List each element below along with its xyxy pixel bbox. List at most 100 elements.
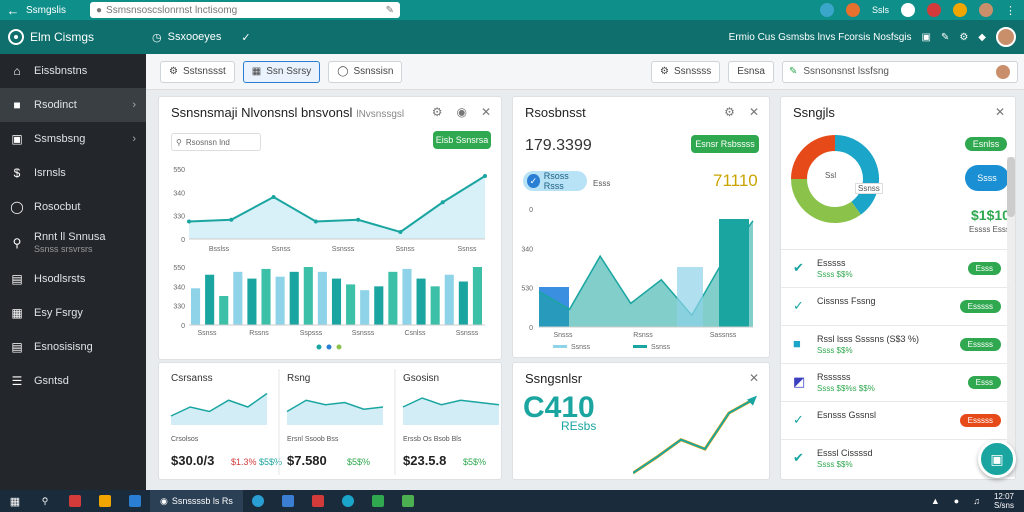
scrollbar[interactable] [1007, 157, 1015, 477]
x-tick-label: Ssnsss [352, 330, 375, 337]
app-logo[interactable]: Elm Cismgs [0, 29, 146, 45]
sidebar-item-summary[interactable]: ▣ Ssmsbsng › [0, 122, 146, 156]
x-tick-label: Ssnss [457, 246, 477, 253]
sidebar-item-label: Rsodinct [34, 99, 77, 111]
notification-icon[interactable]: ◆ [978, 32, 986, 43]
toolbar-button[interactable]: ◯ Ssnssisn [328, 60, 403, 83]
app-icon [341, 495, 354, 507]
back-arrow-icon[interactable]: ← [0, 3, 26, 18]
status-row[interactable]: ✓ Cissnss Fssng Esssss [781, 287, 1017, 325]
taskbar-app[interactable] [60, 490, 90, 512]
refresh-icon[interactable]: ◉ [456, 105, 466, 119]
bar [719, 219, 749, 327]
menu-icon[interactable]: ⋮ [1005, 4, 1016, 17]
sidebar-item-product[interactable]: ■ Rsodinct › [0, 88, 146, 122]
clock[interactable]: 12:07 S/sns [994, 492, 1014, 510]
toolbar-button[interactable]: Esnsa [728, 60, 774, 83]
share-icon[interactable]: ✎ [386, 5, 394, 16]
layout-icon[interactable]: ▣ [921, 32, 930, 43]
toolbar-button[interactable]: ⚙ Ssnssss [651, 60, 721, 83]
app-icon [401, 495, 414, 507]
mini-card-delta: $5$% [463, 457, 486, 467]
performance-button[interactable]: Esnsr Rsbssss [691, 135, 759, 153]
taskbar-active-window[interactable]: ◉ Ssnssssb ls Rs [150, 490, 243, 512]
calendar-icon: ▦ [11, 306, 23, 320]
status-row[interactable]: ■ Rssl lsss Ssssns (S$3 %) Ssss $$% Esssss [781, 325, 1017, 363]
profile-avatar[interactable] [979, 3, 993, 17]
card-title-text: Ssnsnsmaji Nlvonsnsl bnsvonsl [171, 105, 353, 120]
toolbar-search[interactable]: ✎ Ssnsonsnst lssfsng [782, 60, 1018, 83]
extension-icon[interactable] [953, 3, 967, 17]
taskbar-app[interactable] [303, 490, 333, 512]
card-action-button[interactable]: Eisb Ssnsrsa [433, 131, 491, 149]
toolbar-button-selected[interactable]: ▦ Ssn Ssrsy [242, 60, 321, 83]
header-links[interactable]: Ermio Cus Gsmsbs lnvs Fcorsis Nosfsgis [729, 32, 912, 43]
url-bar[interactable]: ● Ssmsnsoscslonrnst lnctisomg ✎ [90, 2, 400, 18]
side-value: 71110 [713, 171, 758, 190]
taskbar-app[interactable] [363, 490, 393, 512]
close-icon[interactable]: ✕ [481, 105, 491, 119]
sidebar-item-documents[interactable]: ▤ Esnosisisng [0, 330, 146, 364]
extension-icon[interactable] [819, 3, 834, 17]
extension-label[interactable]: Ssls [872, 5, 889, 15]
app-icon [69, 495, 81, 507]
volume-icon[interactable]: ♫ [973, 496, 980, 506]
sidebar: ⌂ Eissbnstns ■ Rsodinct › ▣ Ssmsbsng › $ Isrns… [0, 54, 146, 490]
url-text[interactable]: Ssmsnsoscslonrnst lnctisomg [102, 5, 386, 16]
x-tick-label: Ssnss [197, 330, 217, 337]
extension-icon[interactable] [901, 3, 915, 17]
status-row-pill[interactable]: Esssss [959, 300, 1001, 313]
taskbar-app[interactable] [243, 490, 273, 512]
mini-charts: Csrsanss Crsolsos $30.0/3 $1.3% $5$% Rsng Ersn… [170, 369, 500, 475]
settings-icon[interactable]: ⚙ [959, 32, 968, 43]
status-row[interactable]: ◩ Rssssss Ssss $$%s $$% Esss [781, 363, 1017, 401]
status-row-pill[interactable]: Esss [967, 376, 1001, 389]
taskbar-app[interactable] [333, 490, 363, 512]
sidebar-item-list[interactable]: ☰ Gsntsd [0, 364, 146, 398]
status-row[interactable]: ✓ Esnsss Gssnsl Esssss [781, 401, 1017, 439]
toolbar-button[interactable]: ⚙ Sstsnssst [160, 60, 235, 83]
extension-icon[interactable] [845, 3, 860, 17]
taskbar-app[interactable] [90, 490, 120, 512]
close-icon[interactable]: ✕ [995, 105, 1005, 119]
close-icon[interactable]: ✕ [749, 105, 759, 119]
sidebar-item-analytics[interactable]: ▤ Hsodlsrsts [0, 262, 146, 296]
edit-icon[interactable]: ✎ [941, 32, 949, 43]
status-row[interactable]: ✔ Esssss Ssss $$% Esss [781, 249, 1017, 287]
settings-icon[interactable]: ⚙ [724, 105, 735, 119]
sidebar-item-finance[interactable]: $ Isrnsls [0, 156, 146, 190]
status-row-pill[interactable]: Esss [967, 262, 1001, 275]
tab-title[interactable]: Ssmgslis [26, 5, 90, 16]
line-point [271, 195, 276, 199]
sidebar-item-search[interactable]: ⚲ Rnnt ll Snnusa Ssnss srsvrsrs [0, 224, 146, 262]
extension-icon[interactable] [927, 3, 941, 17]
taskbar-app[interactable] [273, 490, 303, 512]
sidebar-item-calendar[interactable]: ▦ Esy Fsrgy [0, 296, 146, 330]
taskbar-app[interactable] [393, 490, 423, 512]
sidebar-item-reports[interactable]: ◯ Rosocbut [0, 190, 146, 224]
y-tick-label: 530 [521, 286, 533, 293]
mini-card-title: Csrsanss [171, 373, 213, 384]
header-right: Ermio Cus Gsmsbs lnvs Fcorsis Nosfsgis ▣… [729, 27, 1024, 47]
status-row-pill[interactable]: Esssss [959, 414, 1001, 427]
taskbar-app[interactable] [120, 490, 150, 512]
scrollbar-thumb[interactable] [1007, 157, 1015, 217]
status-pill[interactable]: Esnlss [965, 137, 1007, 151]
sidebar-item-label: Ssmsbsng [34, 133, 86, 145]
network-icon[interactable]: ● [954, 496, 959, 506]
bar [303, 267, 313, 325]
user-avatar[interactable] [995, 63, 1011, 80]
chat-icon: ▣ [990, 450, 1004, 467]
status-pill[interactable]: Ssss [965, 165, 1009, 191]
performance-badge[interactable]: ✓ Rsoss Rsss [523, 171, 587, 191]
user-avatar[interactable] [996, 27, 1016, 47]
chat-fab-button[interactable]: ▣ [978, 440, 1016, 478]
up-arrow-icon[interactable]: ▲ [931, 496, 940, 506]
status-row-pill[interactable]: Esssss [959, 338, 1001, 351]
sidebar-item-home[interactable]: ⌂ Eissbnstns [0, 54, 146, 88]
filter-input[interactable]: ⚲ Rsosnsn lnd [171, 133, 261, 151]
settings-icon[interactable]: ⚙ [432, 105, 443, 119]
search-button[interactable]: ⚲ [30, 490, 60, 512]
project-selector[interactable]: ◷ Ssxooeyes ✓ [146, 31, 251, 44]
start-button[interactable]: ▦ [0, 490, 30, 512]
